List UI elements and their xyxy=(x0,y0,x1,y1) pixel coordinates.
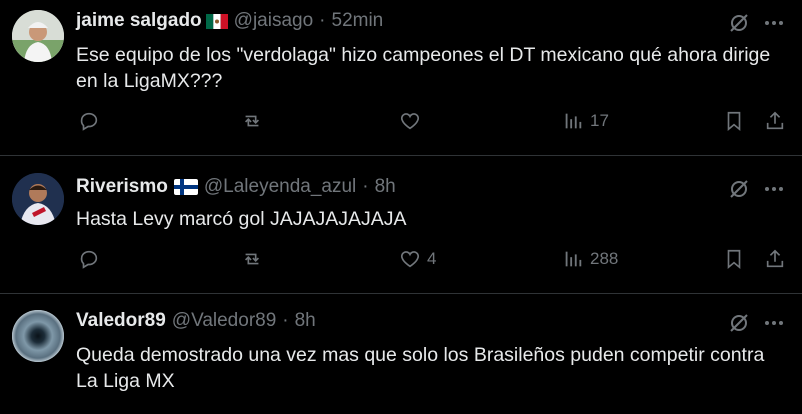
avatar[interactable] xyxy=(12,10,64,62)
tweet-text: Queda demostrado una vez mas que solo lo… xyxy=(76,344,765,392)
grok-icon[interactable] xyxy=(728,312,750,334)
reply-button[interactable] xyxy=(78,110,100,132)
repost-icon xyxy=(241,110,263,132)
display-name[interactable]: Valedor89 xyxy=(76,310,166,332)
tweet-header: Riverismo @Laleyenda_azul · 8h xyxy=(76,176,396,198)
bookmark-icon xyxy=(724,110,744,132)
bookmark-button[interactable] xyxy=(724,110,744,132)
share-icon xyxy=(764,110,786,132)
tweet[interactable]: Valedor89 @Valedor89 · 8h Queda demostra… xyxy=(0,294,802,414)
bookmark-button[interactable] xyxy=(724,248,744,270)
timestamp[interactable]: 52min xyxy=(332,10,384,32)
like-button[interactable]: 4 xyxy=(399,248,436,270)
repost-button[interactable] xyxy=(241,248,263,270)
tweet[interactable]: Riverismo @Laleyenda_azul · 8h Hasta Lev… xyxy=(0,156,802,294)
timestamp[interactable]: 8h xyxy=(295,310,316,332)
tweet-top-actions xyxy=(728,312,784,334)
view-count: 17 xyxy=(590,111,609,130)
mexico-flag-icon xyxy=(205,13,228,29)
tweet-top-actions xyxy=(728,12,784,34)
views-icon xyxy=(562,248,584,270)
repost-button[interactable] xyxy=(241,110,263,132)
more-options-icon[interactable] xyxy=(764,320,784,326)
bookmark-icon xyxy=(724,248,744,270)
view-count: 288 xyxy=(590,249,619,268)
tweet-actions: 4 288 xyxy=(76,248,796,278)
views-button[interactable]: 288 xyxy=(562,248,618,270)
timestamp[interactable]: 8h xyxy=(375,176,396,198)
display-name[interactable]: Riverismo xyxy=(76,176,168,198)
share-icon xyxy=(764,248,786,270)
finland-flag-icon xyxy=(173,179,198,195)
avatar[interactable] xyxy=(12,173,64,225)
user-handle[interactable]: @jaisago xyxy=(234,10,314,32)
reply-icon xyxy=(78,110,100,132)
grok-icon[interactable] xyxy=(728,178,750,200)
separator-dot: · xyxy=(282,310,289,331)
share-button[interactable] xyxy=(764,248,786,270)
separator-dot: · xyxy=(319,10,326,31)
avatar[interactable] xyxy=(12,310,64,362)
tweet-actions: 17 xyxy=(76,110,796,140)
reply-icon xyxy=(78,248,100,270)
like-button[interactable] xyxy=(399,110,427,132)
user-handle[interactable]: @Laleyenda_azul xyxy=(204,176,356,198)
more-options-icon[interactable] xyxy=(764,186,784,192)
reply-button[interactable] xyxy=(78,248,100,270)
more-options-icon[interactable] xyxy=(764,20,784,26)
views-button[interactable]: 17 xyxy=(562,110,609,132)
tweet-top-actions xyxy=(728,178,784,200)
user-handle[interactable]: @Valedor89 xyxy=(172,310,277,332)
views-icon xyxy=(562,110,584,132)
tweet-header: jaime salgado @jaisago · 52min xyxy=(76,10,383,32)
tweet-text: Ese equipo de los "verdolaga" hizo campe… xyxy=(76,44,771,92)
heart-icon xyxy=(399,110,421,132)
tweet-header: Valedor89 @Valedor89 · 8h xyxy=(76,310,316,332)
repost-icon xyxy=(241,248,263,270)
tweet[interactable]: jaime salgado @jaisago · 52min Ese equip… xyxy=(0,0,802,156)
separator-dot: · xyxy=(362,176,369,197)
heart-icon xyxy=(399,248,421,270)
tweet-text: Hasta Levy marcó gol JAJAJAJAJAJA xyxy=(76,208,407,230)
share-button[interactable] xyxy=(764,110,786,132)
grok-icon[interactable] xyxy=(728,12,750,34)
like-count: 4 xyxy=(427,249,437,268)
display-name[interactable]: jaime salgado xyxy=(76,10,202,32)
